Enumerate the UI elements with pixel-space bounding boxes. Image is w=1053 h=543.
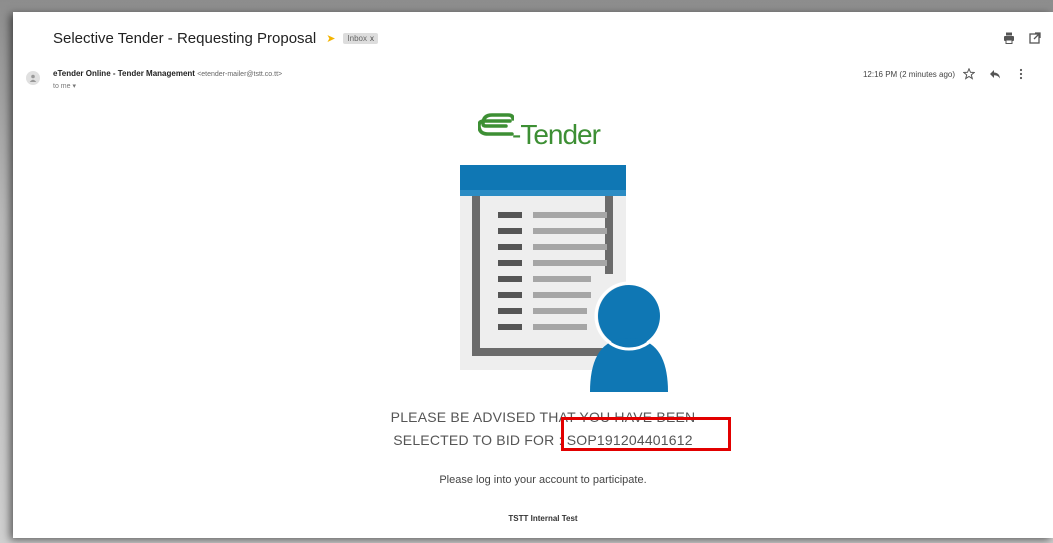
tender-document-illustration xyxy=(460,165,668,392)
thread-actions xyxy=(1003,32,1041,44)
sender-name: eTender Online - Tender Management xyxy=(53,69,195,78)
email-subject-row: Selective Tender - Requesting Proposal ➤… xyxy=(53,30,379,47)
email-subject: Selective Tender - Requesting Proposal xyxy=(53,30,317,47)
important-marker-icon[interactable]: ➤ xyxy=(326,32,335,45)
sender-email: <etender-mailer@tstt.co.tt> xyxy=(197,71,283,78)
login-instruction: Please log into your account to particip… xyxy=(439,474,647,486)
reply-icon[interactable] xyxy=(989,68,1001,80)
star-icon[interactable] xyxy=(963,68,975,80)
sender: eTender Online - Tender Management <eten… xyxy=(53,69,282,78)
recipient-text: to me xyxy=(53,83,71,90)
etender-logo-text: -Tender xyxy=(512,119,601,150)
email-view: Selective Tender - Requesting Proposal ➤… xyxy=(13,12,1053,538)
remove-label-button[interactable]: x xyxy=(370,34,374,43)
person-icon xyxy=(29,74,37,82)
more-options-icon[interactable] xyxy=(1015,68,1027,80)
print-icon[interactable] xyxy=(1003,32,1015,44)
sender-avatar xyxy=(26,71,40,85)
chevron-down-icon: ▾ xyxy=(72,83,76,90)
recipient-toggle[interactable]: to me ▾ xyxy=(53,82,76,90)
open-in-new-window-icon[interactable] xyxy=(1029,32,1041,44)
sender-row: eTender Online - Tender Management <eten… xyxy=(23,68,1043,98)
etender-logo-mark-icon xyxy=(478,113,514,136)
email-timestamp: 12:16 PM (2 minutes ago) xyxy=(862,70,955,79)
inbox-label-text: Inbox xyxy=(347,34,368,43)
reference-highlight-box xyxy=(561,417,731,451)
etender-logo: -Tender xyxy=(478,109,638,155)
message-line-2-prefix: SELECTED TO BID FOR xyxy=(393,432,555,448)
email-footer: TSTT Internal Test xyxy=(508,514,578,523)
message-actions xyxy=(963,68,1027,80)
inbox-label[interactable]: Inbox x xyxy=(343,33,379,44)
